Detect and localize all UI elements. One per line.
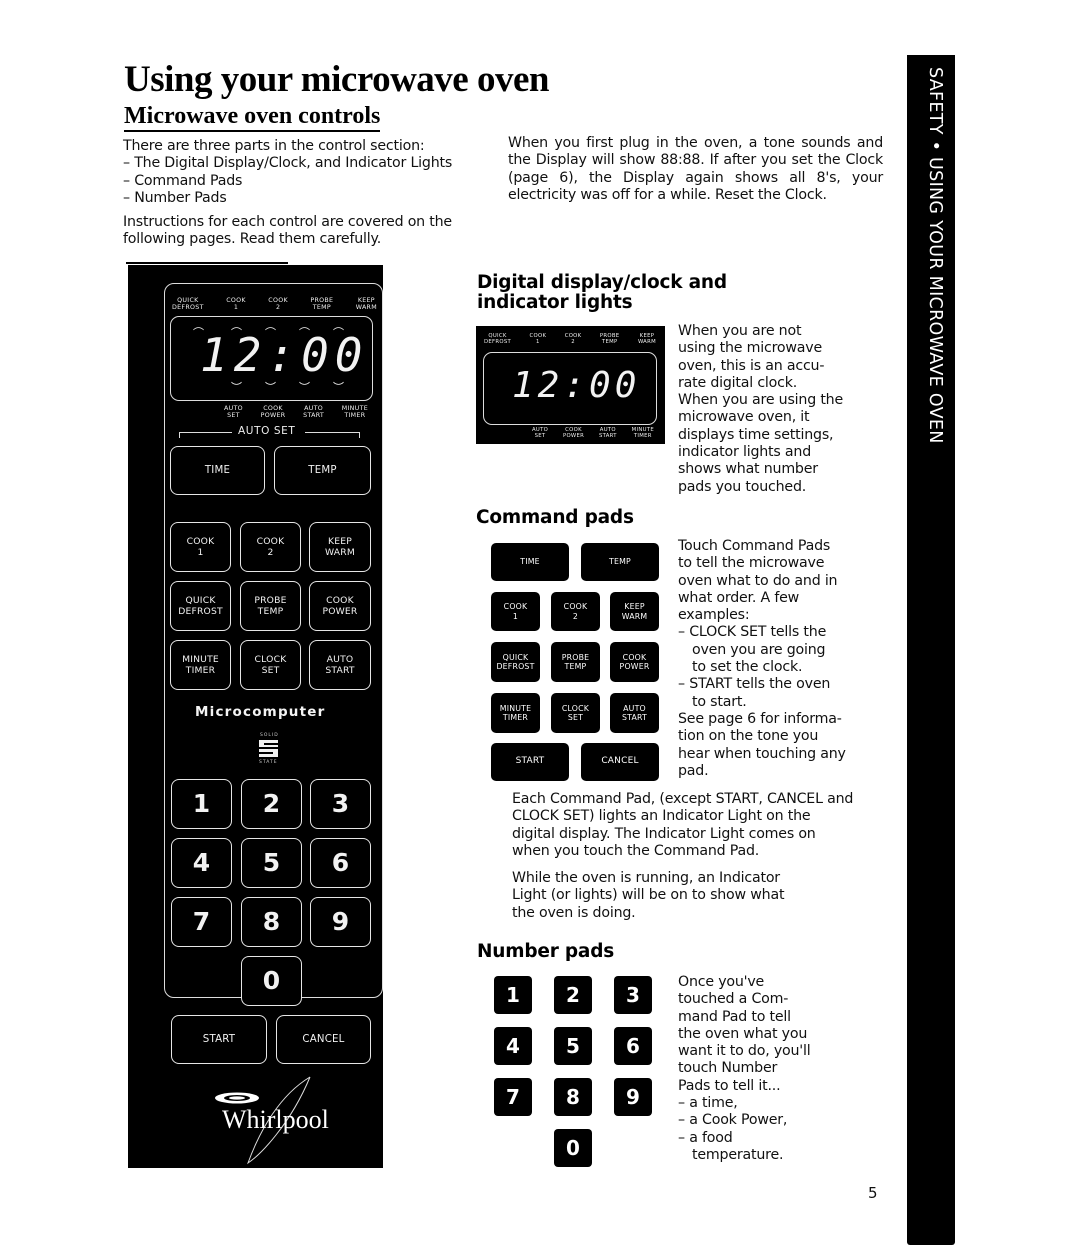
divider [126,262,288,264]
sample-time-pad: TIME [491,543,569,581]
cancel-pad[interactable]: CANCEL [276,1015,371,1064]
number-pad-0[interactable]: 0 [241,956,302,1006]
intro-text: There are three parts in the control sec… [123,138,493,254]
section-side-tab: SAFETY • USING YOUR MICROWAVE OVEN [907,55,955,1245]
intro-part: – Command Pads [123,172,243,189]
auto-set-label: AUTO SET [238,425,296,437]
indicator-cook-1: COOK 1 [226,297,246,311]
page-title: Using your microwave oven [124,59,549,100]
auto-start-pad[interactable]: AUTO START [309,640,371,690]
display-time: 12:00 [200,328,369,382]
number-pad-2[interactable]: 2 [241,779,302,829]
sample-number-pad-8: 8 [554,1078,592,1116]
indicator-quick-defrost: QUICK DEFROST [172,297,204,311]
sample-number-pad-9: 9 [614,1078,652,1116]
auto-set-bracket [179,432,232,433]
minute-timer-pad[interactable]: MINUTE TIMER [170,640,231,690]
side-tab-label: SAFETY • USING YOUR MICROWAVE OVEN [925,67,945,444]
number-pads-description: Once you've touched a Com- mand Pad to t… [678,974,811,1163]
sample-cook-power-pad: COOK POWER [610,642,659,682]
indicator-cook-2: COOK 2 [268,297,288,311]
sample-number-pad-0: 0 [554,1129,592,1167]
number-pad-1[interactable]: 1 [171,779,232,829]
sample-number-pad-2: 2 [554,976,592,1014]
sample-number-pad-5: 5 [554,1027,592,1065]
intro-part: – Number Pads [123,190,227,207]
sample-start-pad: START [491,743,569,781]
sample-quick-defrost-pad: QUICK DEFROST [491,642,540,682]
auto-set-bracket [359,432,360,438]
number-pads-heading: Number pads [477,941,615,962]
clock-set-pad[interactable]: CLOCK SET [240,640,301,690]
sample-auto-start-pad: AUTO START [610,693,659,733]
start-pad[interactable]: START [171,1015,267,1064]
plug-in-note: When you first plug in the oven, a tone … [508,135,883,204]
digital-display-description: When you are not using the microwave ove… [678,323,843,495]
sample-number-pad-7: 7 [494,1078,532,1116]
number-pad-6[interactable]: 6 [310,838,371,888]
sample-cancel-pad: CANCEL [581,743,659,781]
intro-instructions: Instructions for each control are covere… [123,213,452,248]
indicator-minute-timer: MINUTE TIMER [341,405,368,419]
sample-temp-pad: TEMP [581,543,659,581]
top-indicator-labels: QUICK DEFROST COOK 1 COOK 2 PROBE TEMP KEEP W… [172,297,377,311]
cook-1-pad[interactable]: COOK 1 [170,522,231,572]
digital-display-heading: Digital display/clock and indicator ligh… [477,272,727,313]
sample-probe-temp-pad: PROBE TEMP [551,642,600,682]
indicator-cook-power: COOK POWER [260,405,286,419]
sample-cook-2-pad: COOK 2 [551,592,600,631]
page-number: 5 [868,1184,878,1202]
sample-number-pad-4: 4 [494,1027,532,1065]
intro-lead: There are three parts in the control sec… [123,138,425,154]
number-pad-9[interactable]: 9 [310,897,371,947]
number-pad-4[interactable]: 4 [171,838,232,888]
cook-2-pad[interactable]: COOK 2 [240,522,301,572]
time-pad[interactable]: TIME [170,446,265,495]
command-pads-heading: Command pads [476,507,634,528]
number-pad-8[interactable]: 8 [241,897,302,947]
solid-state-bottom-label: STATE [259,760,278,765]
microcomputer-label: Microcomputer [195,704,326,720]
indicator-arc: ︶ [231,381,242,394]
command-pads-note-1: Each Command Pad, (except START, CANCEL … [512,791,854,859]
command-pads-note-2: While the oven is running, an Indicator … [512,870,785,921]
cook-power-pad[interactable]: COOK POWER [309,581,371,631]
small-top-indicator-labels: QUICK DEFROST COOK 1 COOK 2 PROBE TEMP KEEP W… [484,333,656,345]
indicator-keep-warm: KEEP WARM [355,297,377,311]
indicator-arc: ︶ [299,381,310,394]
sample-number-pad-6: 6 [614,1027,652,1065]
quick-defrost-pad[interactable]: QUICK DEFROST [170,581,231,631]
small-bottom-indicator-labels: AUTO SET COOK POWER AUTO START MINUTE TIMER [532,427,654,439]
solid-state-logo-icon [259,740,278,757]
solid-state-top-label: SOLID [260,733,279,738]
whirlpool-brand: Whirlpool [222,1105,329,1134]
indicator-arc: ︶ [265,381,276,394]
auto-set-bracket [305,432,360,433]
number-pad-3[interactable]: 3 [310,779,371,829]
keep-warm-pad[interactable]: KEEP WARM [309,522,371,572]
sample-cook-1-pad: COOK 1 [491,592,540,631]
indicator-probe-temp: PROBE TEMP [310,297,334,311]
small-display-time: 12:00 [512,365,641,406]
sample-keep-warm-pad: KEEP WARM [610,592,659,631]
number-pad-7[interactable]: 7 [171,897,232,947]
sample-clock-set-pad: CLOCK SET [551,693,600,733]
sample-number-pad-1: 1 [494,976,532,1014]
temp-pad[interactable]: TEMP [274,446,371,495]
probe-temp-pad[interactable]: PROBE TEMP [240,581,301,631]
sample-number-pad-3: 3 [614,976,652,1014]
sample-minute-timer-pad: MINUTE TIMER [491,693,540,733]
indicator-auto-start: AUTO START [303,405,325,419]
indicator-auto-set: AUTO SET [224,405,243,419]
bottom-indicator-labels: AUTO SET COOK POWER AUTO START MINUTE TIMER [224,405,368,419]
intro-part: – The Digital Display/Clock, and Indicat… [123,155,453,172]
command-pads-description: Touch Command Pads to tell the microwave… [678,538,846,779]
indicator-arc: ︶ [333,381,344,394]
auto-set-bracket [179,432,180,438]
number-pad-5[interactable]: 5 [241,838,302,888]
section-title: Microwave oven controls [124,102,381,132]
